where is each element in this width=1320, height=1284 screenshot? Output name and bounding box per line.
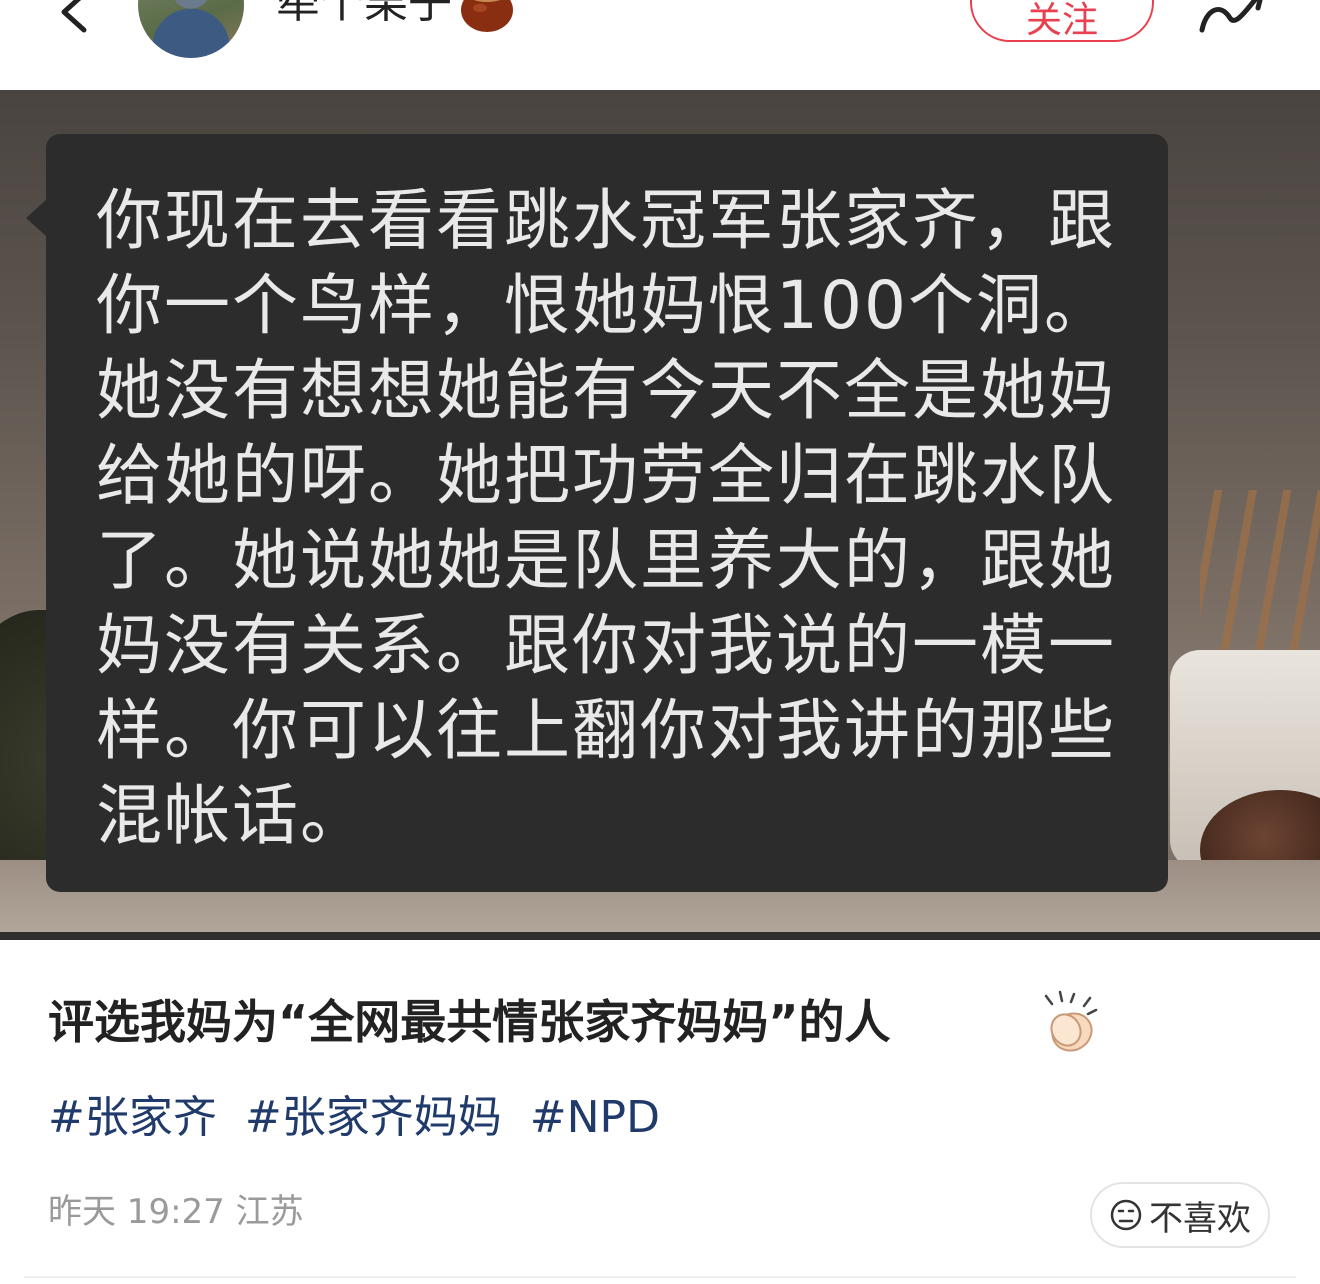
- clapping-hands-icon: [1044, 990, 1098, 1052]
- background-utensils: [1200, 490, 1320, 670]
- image-bottom-edge: [0, 932, 1320, 940]
- post-meta: 昨天 19:27 江苏: [48, 1192, 304, 1232]
- back-arrow-icon[interactable]: [50, 0, 100, 40]
- follow-button[interactable]: 关注: [970, 0, 1154, 42]
- post-image[interactable]: 你现在去看看跳水冠军张家齐，跟你一个鸟样，恨她妈恨100个洞。她没有想想她能有今…: [0, 90, 1320, 940]
- hashtag[interactable]: #张家齐妈妈: [245, 1092, 502, 1143]
- top-bar: 牵个栗子 关注: [0, 0, 1320, 90]
- unhappy-face-icon: [1110, 1199, 1142, 1231]
- divider: [24, 1276, 1296, 1278]
- dislike-label: 不喜欢: [1149, 1198, 1251, 1239]
- chat-bubble: 你现在去看看跳水冠军张家齐，跟你一个鸟样，恨她妈恨100个洞。她没有想想她能有今…: [26, 134, 1168, 892]
- username[interactable]: 牵个栗子: [276, 0, 452, 28]
- hashtag-list: #张家齐 #张家齐妈妈 #NPD: [48, 1088, 674, 1148]
- chestnut-icon: [461, 0, 513, 32]
- share-icon[interactable]: [1196, 0, 1268, 36]
- post-title: 评选我妈为“全网最共情张家齐妈妈”的人: [48, 995, 891, 1049]
- hashtag[interactable]: #NPD: [530, 1092, 660, 1143]
- hashtag[interactable]: #张家齐: [48, 1092, 217, 1143]
- dislike-button[interactable]: 不喜欢: [1090, 1182, 1270, 1248]
- chat-bubble-text: 你现在去看看跳水冠军张家齐，跟你一个鸟样，恨她妈恨100个洞。她没有想想她能有今…: [96, 182, 1116, 854]
- avatar[interactable]: [138, 0, 244, 58]
